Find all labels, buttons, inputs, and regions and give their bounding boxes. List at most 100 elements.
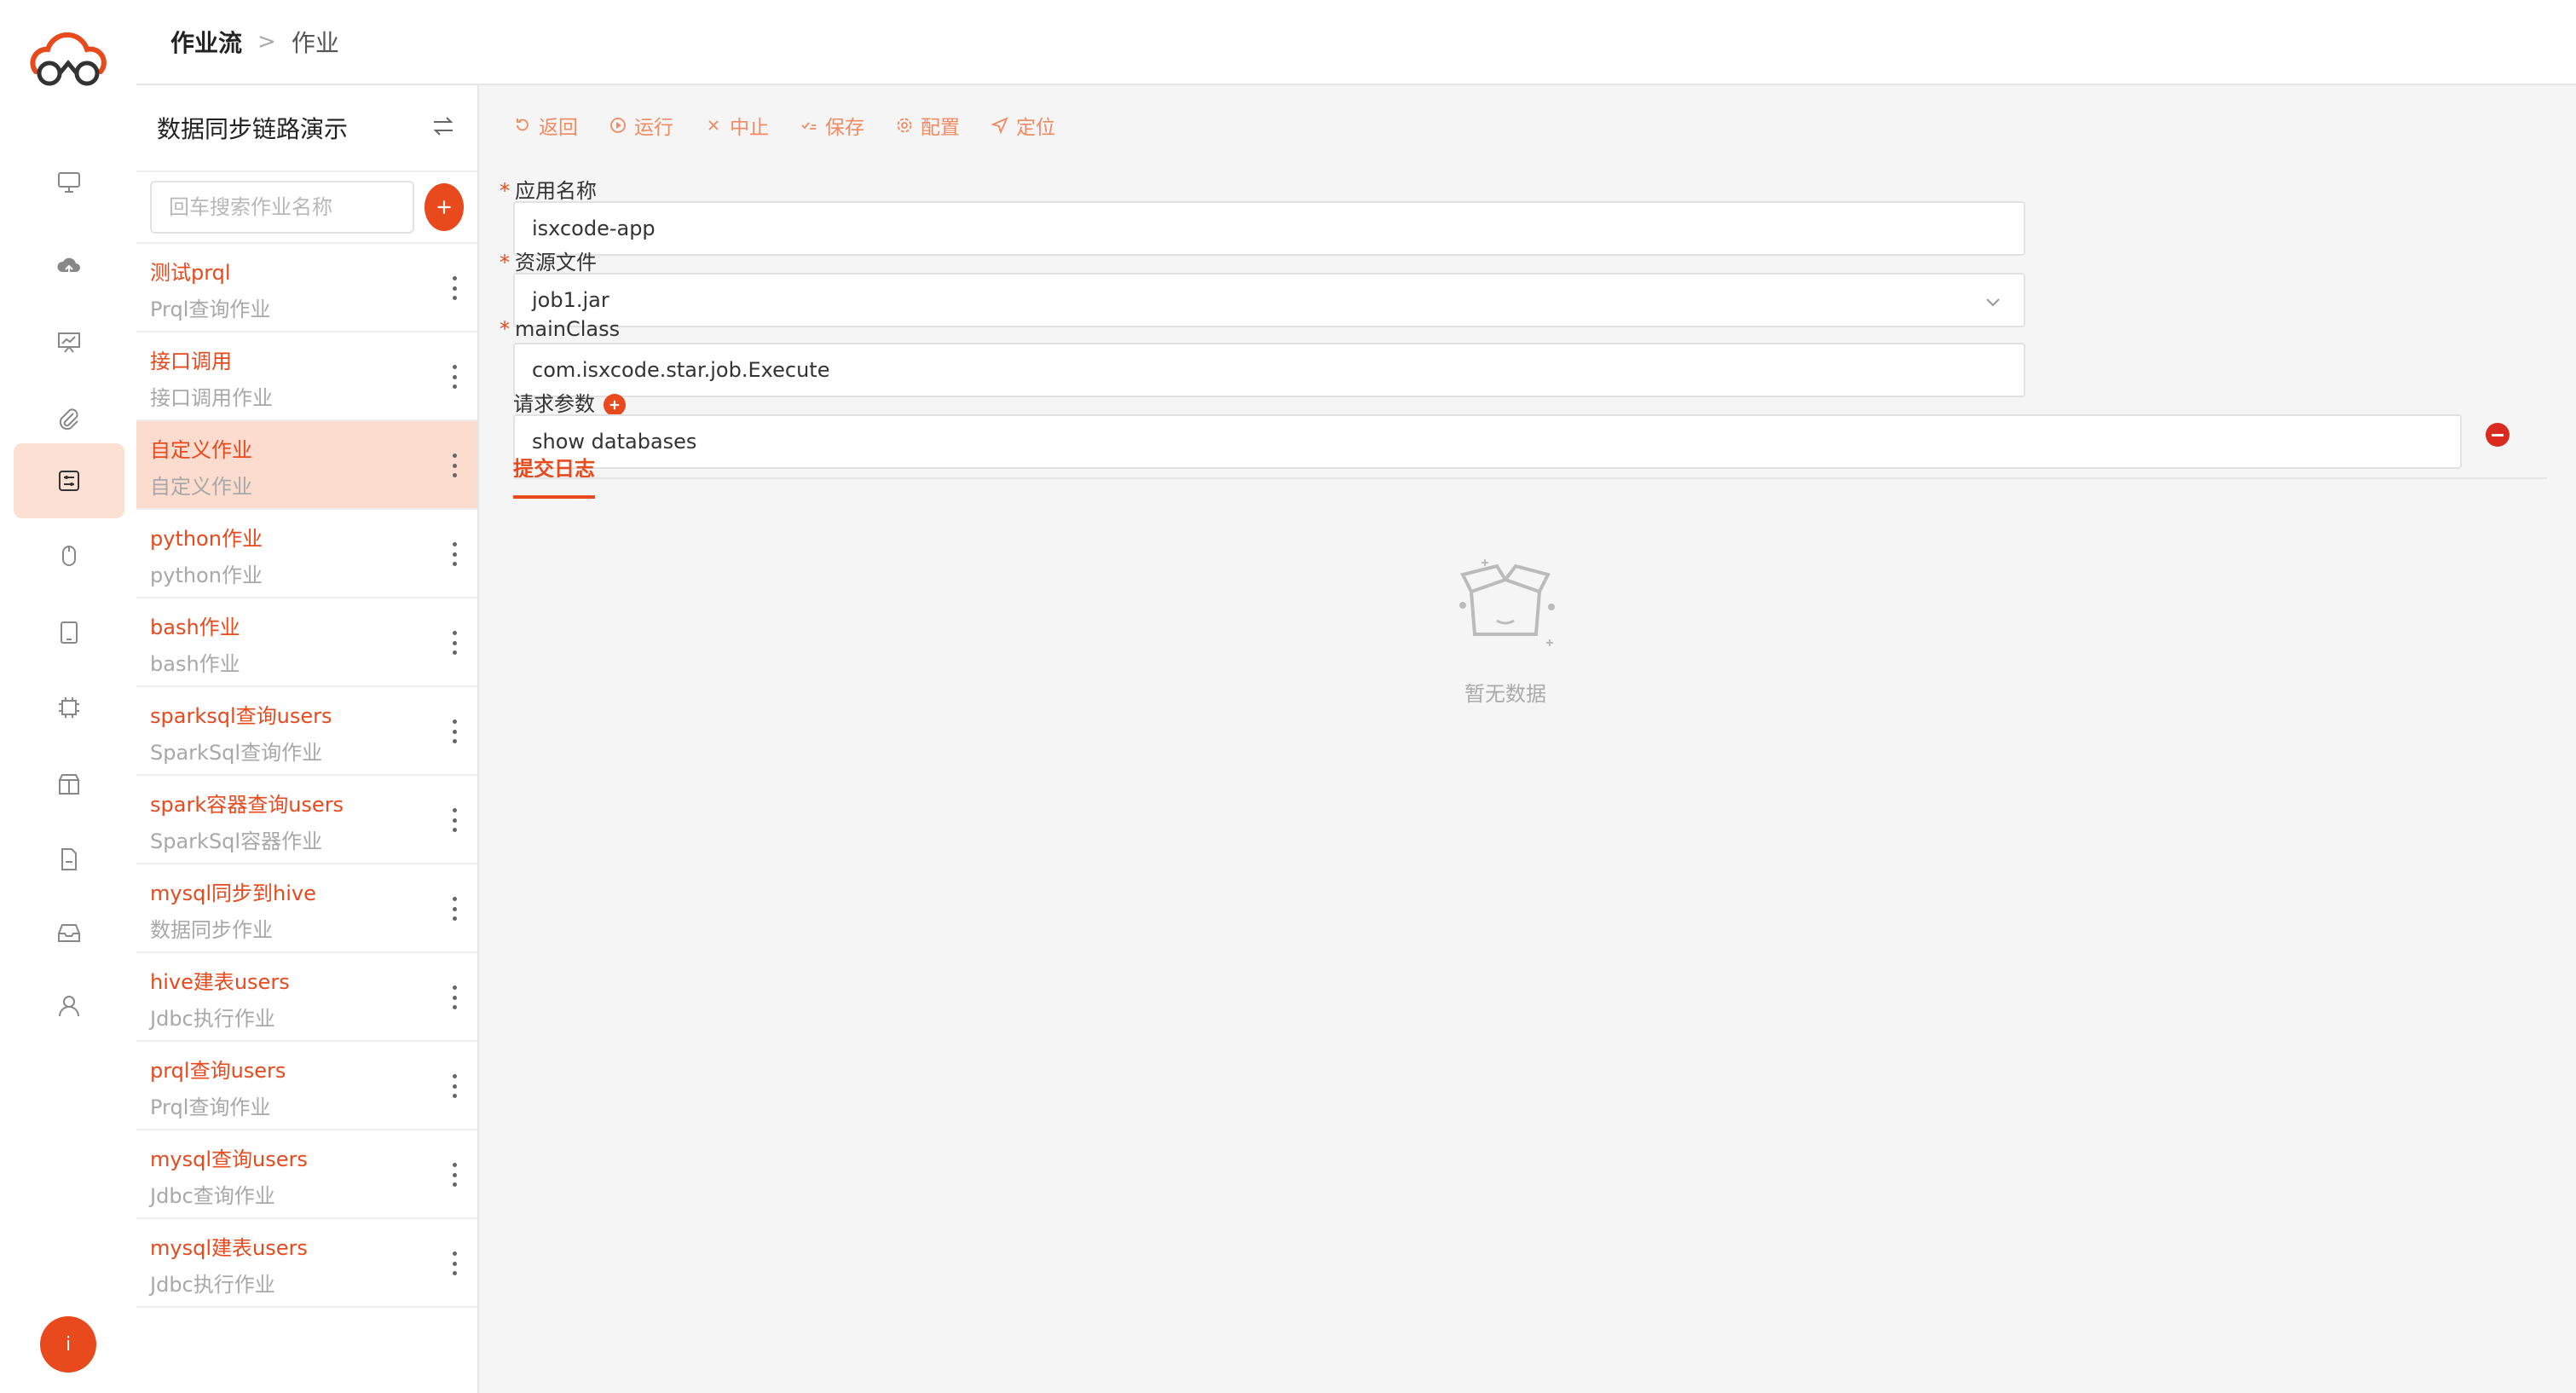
job-type: Jdbc执行作业 xyxy=(150,1273,275,1297)
more-vertical-icon[interactable] xyxy=(450,980,459,1014)
more-vertical-icon[interactable] xyxy=(450,360,459,394)
mouse-icon[interactable] xyxy=(14,518,124,593)
empty-state: 暂无数据 xyxy=(1437,532,1574,707)
required-mark: * xyxy=(500,251,510,275)
save-button[interactable]: 保存 xyxy=(800,111,864,140)
more-vertical-icon[interactable] xyxy=(450,803,459,837)
add-job-button[interactable] xyxy=(425,183,464,231)
more-vertical-icon[interactable] xyxy=(450,537,459,571)
breadcrumb-current: 作业 xyxy=(291,29,339,57)
remove-param-button[interactable] xyxy=(2486,423,2510,447)
list-item[interactable]: 接口调用 接口调用作业 xyxy=(136,332,477,421)
list-item[interactable]: sparksql查询users SparkSql查询作业 xyxy=(136,687,477,776)
more-vertical-icon[interactable] xyxy=(450,626,459,660)
list-item[interactable]: prql查询users Prql查询作业 xyxy=(136,1042,477,1130)
workflow-icon[interactable] xyxy=(14,443,124,518)
param-input[interactable]: show databases xyxy=(513,414,2462,469)
list-item[interactable]: spark容器查询users SparkSql容器作业 xyxy=(136,776,477,864)
job-name: mysql建表users xyxy=(150,1236,308,1260)
config-button[interactable]: 配置 xyxy=(895,111,960,140)
save-label: 保存 xyxy=(825,117,864,139)
minus-icon xyxy=(2492,433,2504,436)
swap-icon[interactable] xyxy=(430,113,457,143)
check-list-icon xyxy=(801,122,816,130)
list-item[interactable]: python作业 python作业 xyxy=(136,510,477,598)
params-label: 请求参数 xyxy=(513,387,626,417)
run-button[interactable]: 运行 xyxy=(609,111,673,140)
locate-label: 定位 xyxy=(1016,117,1055,139)
list-item[interactable]: hive建表users Jdbc执行作业 xyxy=(136,953,477,1042)
document-icon[interactable] xyxy=(14,822,124,897)
app-name-input[interactable]: isxcode-app xyxy=(513,201,2025,256)
more-vertical-icon[interactable] xyxy=(450,1069,459,1103)
package-icon[interactable] xyxy=(14,747,124,822)
panel-header: 数据同步链路演示 xyxy=(136,85,477,172)
stop-button[interactable]: 中止 xyxy=(704,111,769,140)
job-type: Jdbc执行作业 xyxy=(150,1007,275,1031)
more-vertical-icon[interactable] xyxy=(450,714,459,749)
more-vertical-icon[interactable] xyxy=(450,1246,459,1280)
list-item-selected[interactable]: 自定义作业 自定义作业 xyxy=(136,421,477,510)
plus-icon xyxy=(609,400,620,410)
inbox-icon[interactable] xyxy=(14,895,124,970)
toolbar: 返回 运行 中止 保存 配置 定位 xyxy=(513,111,1055,140)
job-name: python作业 xyxy=(150,527,263,551)
chevron-down-icon xyxy=(1986,298,2000,307)
tablet-icon[interactable] xyxy=(14,595,124,670)
job-type: SparkSql查询作业 xyxy=(150,741,323,765)
add-param-button[interactable] xyxy=(604,394,626,416)
resource-select[interactable]: job1.jar xyxy=(513,273,2025,327)
run-label: 运行 xyxy=(634,117,673,139)
list-item[interactable]: bash作业 bash作业 xyxy=(136,598,477,687)
main-class-label-text: mainClass xyxy=(515,317,621,341)
gear-icon xyxy=(897,118,912,133)
job-list-panel: 数据同步链路演示 测试prql Prql查询作业 接口调用接口调用作业 自定义作业… xyxy=(136,85,479,1393)
monitor-icon[interactable] xyxy=(14,145,124,220)
job-type: Jdbc查询作业 xyxy=(150,1184,275,1208)
main-class-label: * mainClass xyxy=(500,317,620,341)
job-name: 自定义作业 xyxy=(150,438,252,462)
more-vertical-icon[interactable] xyxy=(450,892,459,926)
job-name: mysql查询users xyxy=(150,1147,308,1171)
list-item[interactable]: mysql查询users Jdbc查询作业 xyxy=(136,1130,477,1219)
resource-label: * 资源文件 xyxy=(500,246,597,275)
locate-button[interactable]: 定位 xyxy=(991,111,1055,140)
more-vertical-icon[interactable] xyxy=(450,448,459,483)
job-type: python作业 xyxy=(150,564,263,587)
stop-label: 中止 xyxy=(730,117,769,139)
app-name-label-text: 应用名称 xyxy=(515,179,597,203)
user-icon[interactable] xyxy=(14,968,124,1043)
resource-selected-value: job1.jar xyxy=(532,288,609,312)
avatar[interactable]: i xyxy=(40,1316,96,1373)
list-item[interactable]: mysql建表users Jdbc执行作业 xyxy=(136,1219,477,1308)
navigation-icon xyxy=(991,117,1008,135)
close-icon xyxy=(708,120,719,130)
list-item[interactable]: 测试prql Prql查询作业 xyxy=(136,244,477,332)
presentation-chart-icon[interactable] xyxy=(14,305,124,380)
required-mark: * xyxy=(500,317,510,341)
search-row xyxy=(136,172,477,244)
more-vertical-icon[interactable] xyxy=(450,1158,459,1192)
job-type: Prql查询作业 xyxy=(150,1095,271,1119)
back-label: 返回 xyxy=(539,117,578,139)
cpu-icon[interactable] xyxy=(14,670,124,745)
main-class-input[interactable]: com.isxcode.star.job.Execute xyxy=(513,343,2025,397)
more-vertical-icon[interactable] xyxy=(450,271,459,305)
job-name: mysql同步到hive xyxy=(150,881,316,905)
job-search-input[interactable] xyxy=(150,181,414,234)
job-name: spark容器查询users xyxy=(150,793,344,817)
plus-icon xyxy=(437,200,451,214)
tab-submit-log[interactable]: 提交日志 xyxy=(513,452,595,499)
empty-box-icon xyxy=(1459,559,1555,646)
job-type: 数据同步作业 xyxy=(150,918,273,942)
job-list: 测试prql Prql查询作业 接口调用 接口调用作业 自定义作业 自定义作业 pyt… xyxy=(136,244,477,1308)
back-button[interactable]: 返回 xyxy=(513,111,578,140)
job-name: bash作业 xyxy=(150,616,240,639)
job-type: 接口调用作业 xyxy=(150,386,273,410)
logo-icon xyxy=(24,26,113,90)
cloud-upload-icon[interactable] xyxy=(14,228,124,303)
breadcrumb-parent[interactable]: 作业流 xyxy=(170,25,242,59)
tab-divider xyxy=(513,477,2547,479)
left-rail: i xyxy=(0,0,136,1393)
list-item[interactable]: mysql同步到hive 数据同步作业 xyxy=(136,864,477,953)
